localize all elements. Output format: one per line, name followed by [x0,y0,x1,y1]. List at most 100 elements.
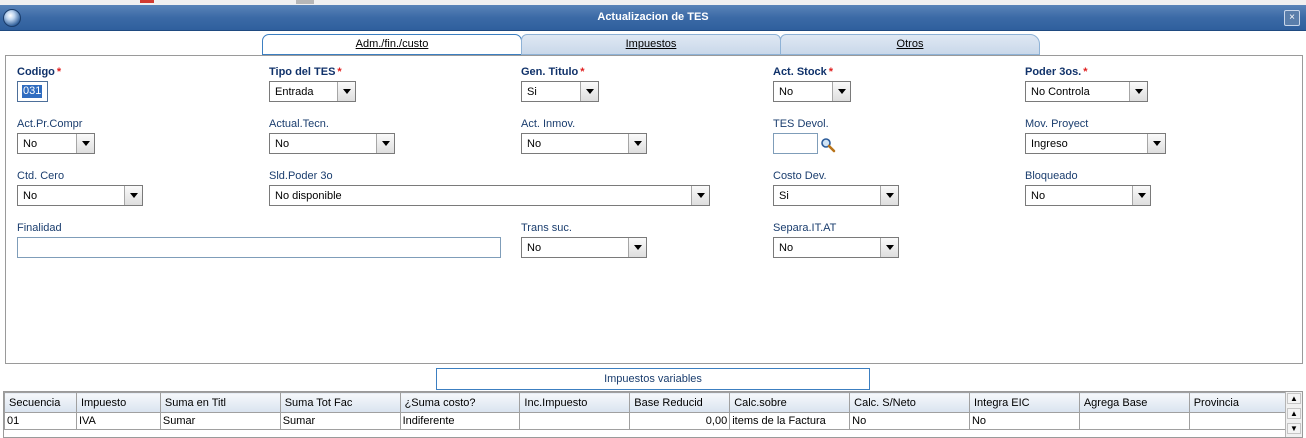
bloqueado-select[interactable]: No [1025,185,1151,206]
chevron-down-icon[interactable] [337,82,355,101]
impuestos-variables-grid: Secuencia Impuesto Suma en Titl Suma Tot… [3,391,1303,438]
act-inmov-value: No [527,138,542,150]
tipo-tes-select[interactable]: Entrada [269,81,356,102]
column-header[interactable]: Suma en Titl [159,392,281,413]
separa-it-at-select[interactable]: No [773,237,899,258]
chevron-down-icon[interactable] [124,186,142,205]
column-header[interactable]: Impuesto [75,392,161,413]
tab-impuestos[interactable]: Impuestos [521,34,781,55]
title-bar: Actualizacion de TES × [0,5,1306,31]
table-row[interactable]: 01 IVA Sumar Sumar Indiferente 0,00 item… [4,412,1302,430]
chevron-down-icon[interactable] [76,134,94,153]
column-header[interactable]: ¿Suma costo? [399,392,521,413]
poder-3os-select[interactable]: No Controla [1025,81,1148,102]
column-header[interactable]: Calc. S/Neto [849,392,970,413]
column-header[interactable]: Calc.sobre [729,392,851,413]
chevron-down-icon[interactable] [880,186,898,205]
table-cell[interactable] [519,412,631,430]
ctd-cero-value: No [23,190,38,202]
column-header[interactable]: Secuencia [4,392,77,413]
sld-poder-3o-select[interactable]: No disponible [269,185,710,206]
table-cell[interactable]: No [968,412,1080,430]
chevron-down-icon[interactable] [1147,134,1165,153]
chevron-down-icon[interactable] [628,238,646,257]
gen-titulo-value: Si [527,86,537,98]
table-cell[interactable]: Indiferente [399,412,521,430]
tab-impuestos-variables[interactable]: Impuestos variables [436,368,870,390]
table-header-row: Secuencia Impuesto Suma en Titl Suma Tot… [4,392,1302,413]
tes-devol-input[interactable] [773,133,818,154]
ctd-cero-select[interactable]: No [17,185,143,206]
sld-poder-3o-label: Sld.Poder 3o [269,170,333,182]
table-cell[interactable] [1188,412,1286,430]
table-cell[interactable]: No [849,412,970,430]
trans-suc-select[interactable]: No [521,237,647,258]
act-pr-compr-value: No [23,138,38,150]
top-strip-red-mark [140,0,154,3]
finalidad-label: Finalidad [17,222,62,234]
act-inmov-label: Act. Inmov. [521,118,576,130]
search-icon[interactable] [820,137,836,153]
column-header[interactable]: Inc.Impuesto [519,392,631,413]
separa-it-at-label: Separa.IT.AT [773,222,837,234]
chevron-down-icon[interactable] [832,82,850,101]
act-stock-select[interactable]: No [773,81,851,102]
costo-dev-value: Si [779,190,789,202]
actual-tecn-label: Actual.Tecn. [269,118,329,130]
costo-dev-select[interactable]: Si [773,185,899,206]
chevron-down-icon[interactable] [580,82,598,101]
table-cell[interactable]: IVA [75,412,161,430]
tipo-tes-label: Tipo del TES * [269,66,342,78]
gen-titulo-select[interactable]: Si [521,81,599,102]
column-header[interactable]: Base Reducid [629,392,731,413]
table-cell[interactable]: 01 [4,412,77,430]
tipo-tes-value: Entrada [275,86,314,98]
separa-it-at-value: No [779,242,794,254]
ctd-cero-label: Ctd. Cero [17,170,65,182]
bloqueado-label: Bloqueado [1025,170,1078,182]
scroll-up-icon[interactable]: ▲ [1287,393,1301,404]
column-header[interactable]: Provincia [1188,392,1286,413]
codigo-label: Codigo * [17,66,62,78]
column-header[interactable]: Agrega Base [1078,392,1190,413]
window-title: Actualizacion de TES [597,11,709,23]
tab-otros[interactable]: Otros [780,34,1040,55]
chevron-down-icon[interactable] [376,134,394,153]
poder-3os-label: Poder 3os. * [1025,66,1088,78]
tab-bar: Adm./fin./custo Impuestos Otros [262,34,1042,55]
mov-proyect-select[interactable]: Ingreso [1025,133,1166,154]
gen-titulo-label: Gen. Titulo * [521,66,585,78]
finalidad-input[interactable] [17,237,501,258]
table-cell[interactable] [1078,412,1190,430]
chevron-down-icon[interactable] [1129,82,1147,101]
act-inmov-select[interactable]: No [521,133,647,154]
tab-adm-fin-custo[interactable]: Adm./fin./custo [262,34,522,55]
costo-dev-label: Costo Dev. [773,170,827,182]
mov-proyect-value: Ingreso [1031,138,1068,150]
trans-suc-label: Trans suc. [521,222,572,234]
scroll-down-icon[interactable]: ▼ [1287,423,1301,434]
close-icon[interactable]: × [1284,10,1300,26]
table-cell[interactable]: 0,00 [629,412,731,430]
chevron-down-icon[interactable] [691,186,709,205]
column-header[interactable]: Integra EIC [968,392,1080,413]
table-cell[interactable]: Sumar [279,412,401,430]
actual-tecn-value: No [275,138,290,150]
bloqueado-value: No [1031,190,1046,202]
scroll-up-icon[interactable]: ▲ [1287,408,1301,419]
codigo-value: 031 [22,85,43,98]
table-cell[interactable]: items de la Factura [729,412,851,430]
chevron-down-icon[interactable] [1132,186,1150,205]
trans-suc-value: No [527,242,542,254]
chevron-down-icon[interactable] [628,134,646,153]
codigo-input[interactable]: 031 [17,81,48,102]
chevron-down-icon[interactable] [880,238,898,257]
act-stock-value: No [779,86,794,98]
column-header[interactable]: Suma Tot Fac [279,392,401,413]
act-pr-compr-select[interactable]: No [17,133,95,154]
act-stock-label: Act. Stock * [773,66,834,78]
table-cell[interactable]: Sumar [159,412,281,430]
vertical-scrollbar[interactable]: ▲ ▲ ▼ [1285,392,1302,437]
actual-tecn-select[interactable]: No [269,133,395,154]
act-pr-compr-label: Act.Pr.Compr [17,118,83,130]
